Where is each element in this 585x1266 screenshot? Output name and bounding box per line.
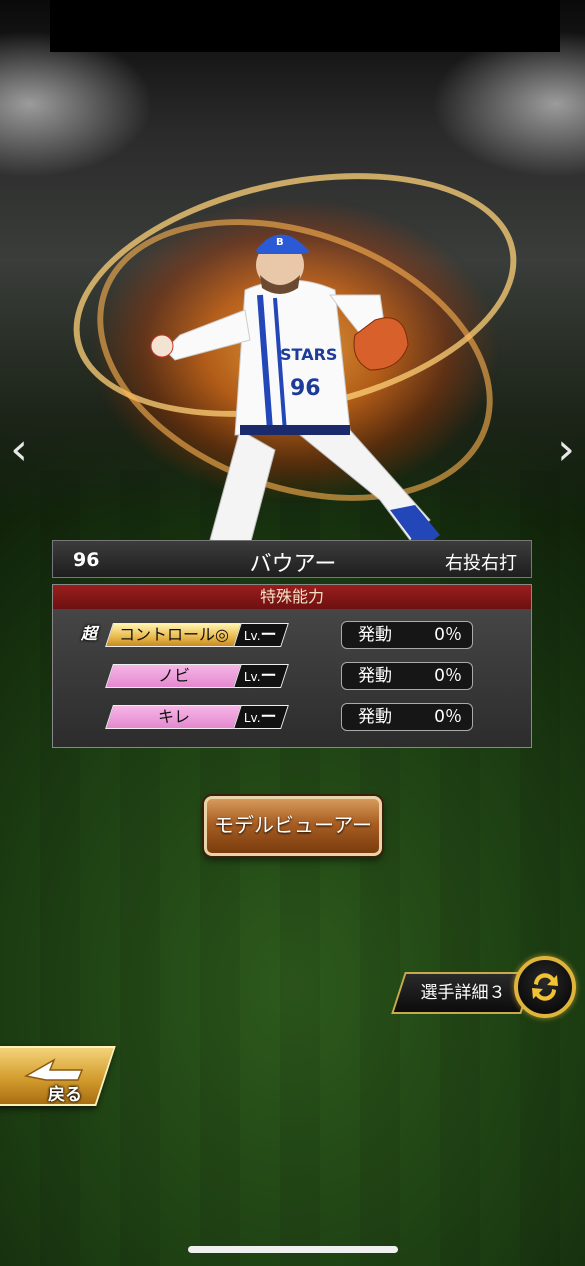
lv-prefix: Lv. bbox=[243, 670, 261, 684]
rate-label: 発動 bbox=[358, 625, 392, 645]
ability-name-badge: キレ bbox=[105, 705, 243, 729]
swap-arrows-icon[interactable] bbox=[514, 956, 576, 1018]
lv-value: ー bbox=[260, 625, 277, 644]
ability-level: Lv.ー bbox=[233, 623, 289, 647]
special-abilities-box: 特殊能力 超 コントロール◎ Lv.ー 発動 0％ ノビ Lv.ー 発動 0％ bbox=[52, 584, 532, 748]
model-viewer-button[interactable]: モデルビューアー bbox=[204, 796, 382, 856]
lv-prefix: Lv. bbox=[243, 629, 261, 643]
ability-activation-rate: 発動 0％ bbox=[341, 703, 473, 731]
ability-name: コントロール◎ bbox=[119, 625, 229, 644]
ability-row[interactable]: 超 コントロール◎ Lv.ー 発動 0％ bbox=[53, 621, 531, 649]
status-bar bbox=[50, 0, 560, 52]
back-label: 戻る bbox=[48, 1085, 82, 1105]
lv-value: ー bbox=[260, 707, 277, 726]
rate-value: 0％ bbox=[434, 707, 462, 727]
lv-prefix: Lv. bbox=[243, 711, 261, 725]
rate-label: 発動 bbox=[358, 666, 392, 686]
abilities-title: 特殊能力 bbox=[53, 585, 531, 609]
player-handedness: 右投右打 bbox=[445, 553, 517, 574]
ability-row[interactable]: キレ Lv.ー 発動 0％ bbox=[53, 703, 531, 731]
player-detail-label: 選手詳細３ bbox=[420, 983, 506, 1003]
ability-activation-rate: 発動 0％ bbox=[341, 621, 473, 649]
ability-name: キレ bbox=[157, 707, 190, 726]
ability-name-badge: コントロール◎ bbox=[105, 623, 243, 647]
ability-name-badge: ノビ bbox=[105, 664, 243, 688]
rate-value: 0％ bbox=[434, 666, 462, 686]
player-detail-screen: STARS 96 B ‹ › 96 バウアー 右投右打 特殊能力 超 コントロー… bbox=[0, 0, 585, 1266]
svg-text:B: B bbox=[276, 237, 284, 248]
prev-player-chevron-left-icon[interactable]: ‹ bbox=[4, 425, 34, 475]
lv-value: ー bbox=[260, 666, 277, 685]
rate-label: 発動 bbox=[358, 707, 392, 727]
player-name-bar: 96 バウアー 右投右打 bbox=[52, 540, 532, 578]
home-indicator[interactable] bbox=[188, 1246, 398, 1253]
ability-activation-rate: 発動 0％ bbox=[341, 662, 473, 690]
player-info-panel: 96 バウアー 右投右打 特殊能力 超 コントロール◎ Lv.ー 発動 0％ ノ… bbox=[52, 540, 532, 748]
super-mark-icon: 超 bbox=[81, 624, 98, 643]
ability-level: Lv.ー bbox=[233, 664, 289, 688]
ability-row[interactable]: ノビ Lv.ー 発動 0％ bbox=[53, 662, 531, 690]
rate-value: 0％ bbox=[434, 625, 462, 645]
player-image: STARS 96 B bbox=[150, 234, 440, 550]
next-player-chevron-right-icon[interactable]: › bbox=[551, 425, 581, 475]
jersey-team-text: STARS bbox=[280, 345, 337, 364]
player-detail-button[interactable]: 選手詳細３ bbox=[391, 972, 535, 1014]
jersey-number: 96 bbox=[290, 376, 321, 401]
ability-name: ノビ bbox=[157, 666, 190, 685]
ability-level: Lv.ー bbox=[233, 705, 289, 729]
